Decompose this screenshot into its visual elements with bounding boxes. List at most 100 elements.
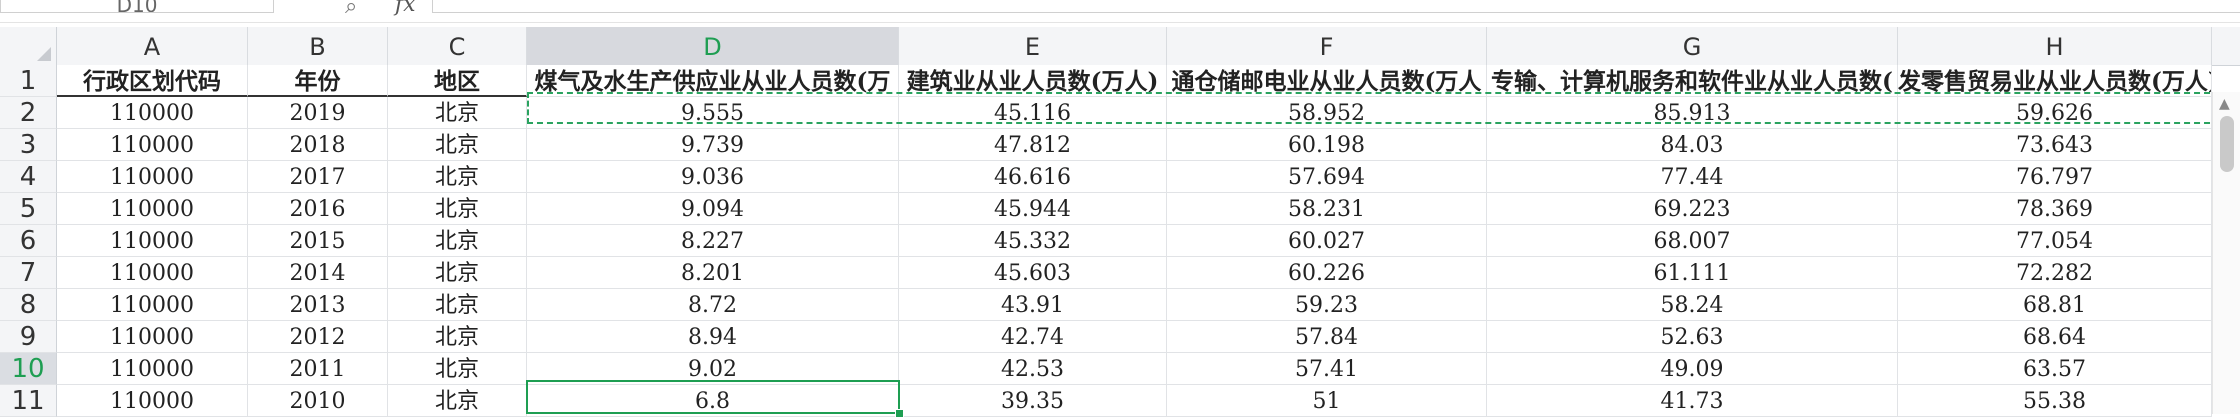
cell-f3[interactable]: 60.198	[1167, 129, 1487, 161]
zoom-icon[interactable]: ⌕	[345, 0, 357, 19]
column-header-c[interactable]: C	[388, 27, 527, 65]
header-cell-d[interactable]: 煤气及水生产供应业从业人员数(万	[527, 65, 899, 97]
cell-c7[interactable]: 北京	[388, 257, 527, 289]
cell-e5[interactable]: 45.944	[899, 193, 1167, 225]
cell-b11[interactable]: 2010	[248, 385, 388, 417]
column-header-d[interactable]: D	[527, 27, 899, 65]
cell-d3[interactable]: 9.739	[527, 129, 899, 161]
row-header-2[interactable]: 2	[0, 97, 57, 129]
cell-h11[interactable]: 55.38	[1898, 385, 2212, 417]
cell-f11[interactable]: 51	[1167, 385, 1487, 417]
row-header-6[interactable]: 6	[0, 225, 57, 257]
cell-e2[interactable]: 45.116	[899, 97, 1167, 129]
cell-f5[interactable]: 58.231	[1167, 193, 1487, 225]
cell-f7[interactable]: 60.226	[1167, 257, 1487, 289]
row-header-7[interactable]: 7	[0, 257, 57, 289]
cell-a10[interactable]: 110000	[57, 353, 248, 385]
cell-d7[interactable]: 8.201	[527, 257, 899, 289]
row-header-1[interactable]: 1	[0, 65, 57, 97]
cell-h2[interactable]: 59.626	[1898, 97, 2212, 129]
cell-b2[interactable]: 2019	[248, 97, 388, 129]
cell-f4[interactable]: 57.694	[1167, 161, 1487, 193]
cell-e7[interactable]: 45.603	[899, 257, 1167, 289]
cell-a5[interactable]: 110000	[57, 193, 248, 225]
cell-e10[interactable]: 42.53	[899, 353, 1167, 385]
cell-b7[interactable]: 2014	[248, 257, 388, 289]
cell-e9[interactable]: 42.74	[899, 321, 1167, 353]
row-header-3[interactable]: 3	[0, 129, 57, 161]
cell-a2[interactable]: 110000	[57, 97, 248, 129]
cell-b9[interactable]: 2012	[248, 321, 388, 353]
cell-g4[interactable]: 77.44	[1487, 161, 1898, 193]
cell-a4[interactable]: 110000	[57, 161, 248, 193]
cell-h5[interactable]: 78.369	[1898, 193, 2212, 225]
cell-c2[interactable]: 北京	[388, 97, 527, 129]
cell-b4[interactable]: 2017	[248, 161, 388, 193]
column-header-a[interactable]: A	[57, 27, 248, 65]
cell-g8[interactable]: 58.24	[1487, 289, 1898, 321]
row-header-10[interactable]: 10	[0, 353, 57, 385]
header-cell-f[interactable]: 通仓储邮电业从业人员数(万人	[1167, 65, 1487, 97]
cell-e6[interactable]: 45.332	[899, 225, 1167, 257]
cell-b8[interactable]: 2013	[248, 289, 388, 321]
cell-d4[interactable]: 9.036	[527, 161, 899, 193]
cell-c8[interactable]: 北京	[388, 289, 527, 321]
cell-c6[interactable]: 北京	[388, 225, 527, 257]
cell-g11[interactable]: 41.73	[1487, 385, 1898, 417]
cell-b3[interactable]: 2018	[248, 129, 388, 161]
scroll-up-icon[interactable]: ▲	[2219, 96, 2230, 112]
cell-f6[interactable]: 60.027	[1167, 225, 1487, 257]
cell-a7[interactable]: 110000	[57, 257, 248, 289]
cell-h8[interactable]: 68.81	[1898, 289, 2212, 321]
cell-c11[interactable]: 北京	[388, 385, 527, 417]
cell-d6[interactable]: 8.227	[527, 225, 899, 257]
cell-h3[interactable]: 73.643	[1898, 129, 2212, 161]
cell-h4[interactable]: 76.797	[1898, 161, 2212, 193]
cell-b5[interactable]: 2016	[248, 193, 388, 225]
row-header-4[interactable]: 4	[0, 161, 57, 193]
cell-d10[interactable]: 9.02	[527, 353, 899, 385]
cell-e8[interactable]: 43.91	[899, 289, 1167, 321]
column-header-b[interactable]: B	[248, 27, 388, 65]
cell-a6[interactable]: 110000	[57, 225, 248, 257]
header-cell-b[interactable]: 年份	[248, 65, 388, 97]
cell-d11[interactable]: 6.8	[527, 385, 899, 417]
scrollbar-thumb[interactable]	[2220, 116, 2234, 172]
row-header-8[interactable]: 8	[0, 289, 57, 321]
cell-h9[interactable]: 68.64	[1898, 321, 2212, 353]
formula-input[interactable]	[432, 0, 2240, 13]
cell-f8[interactable]: 59.23	[1167, 289, 1487, 321]
cell-e4[interactable]: 46.616	[899, 161, 1167, 193]
header-cell-e[interactable]: 建筑业从业人员数(万人)	[899, 65, 1167, 97]
cell-a3[interactable]: 110000	[57, 129, 248, 161]
cell-g2[interactable]: 85.913	[1487, 97, 1898, 129]
row-header-5[interactable]: 5	[0, 193, 57, 225]
cell-c10[interactable]: 北京	[388, 353, 527, 385]
column-header-f[interactable]: F	[1167, 27, 1487, 65]
header-cell-c[interactable]: 地区	[388, 65, 527, 97]
cell-g9[interactable]: 52.63	[1487, 321, 1898, 353]
header-cell-h[interactable]: 发零售贸易业从业人员数(万人)	[1898, 65, 2212, 97]
cell-d2[interactable]: 9.555	[527, 97, 899, 129]
cell-e11[interactable]: 39.35	[899, 385, 1167, 417]
header-cell-a[interactable]: 行政区划代码	[57, 65, 248, 97]
header-cell-g[interactable]: 专输、计算机服务和软件业从业人员数(	[1487, 65, 1898, 97]
cell-c5[interactable]: 北京	[388, 193, 527, 225]
cell-e3[interactable]: 47.812	[899, 129, 1167, 161]
column-header-g[interactable]: G	[1487, 27, 1898, 65]
cell-b6[interactable]: 2015	[248, 225, 388, 257]
cell-f2[interactable]: 58.952	[1167, 97, 1487, 129]
cell-g10[interactable]: 49.09	[1487, 353, 1898, 385]
row-header-9[interactable]: 9	[0, 321, 57, 353]
name-box[interactable]: D10	[0, 0, 274, 13]
column-header-h[interactable]: H	[1898, 27, 2212, 65]
cell-c4[interactable]: 北京	[388, 161, 527, 193]
cell-d8[interactable]: 8.72	[527, 289, 899, 321]
select-all-corner[interactable]	[0, 27, 57, 65]
cell-g5[interactable]: 69.223	[1487, 193, 1898, 225]
cell-d9[interactable]: 8.94	[527, 321, 899, 353]
cell-a8[interactable]: 110000	[57, 289, 248, 321]
cell-g7[interactable]: 61.111	[1487, 257, 1898, 289]
cell-d5[interactable]: 9.094	[527, 193, 899, 225]
vertical-scrollbar[interactable]: ▲	[2212, 92, 2240, 414]
